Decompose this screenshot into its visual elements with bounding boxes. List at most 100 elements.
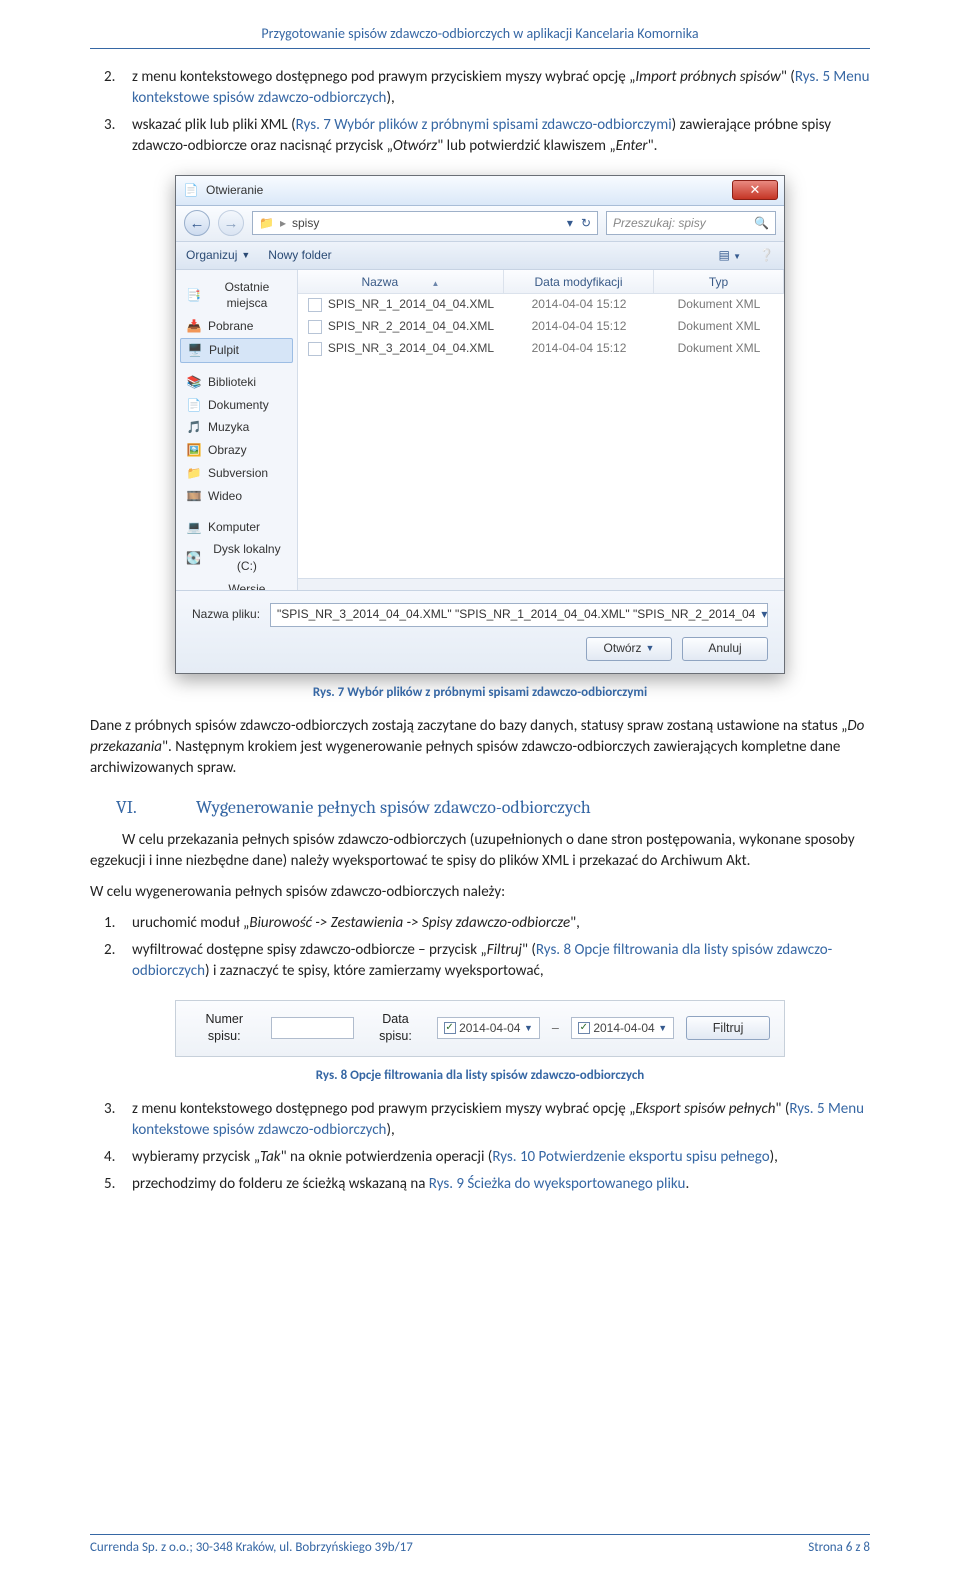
paragraph: W celu przekazania pełnych spisów zdawcz…	[90, 830, 870, 872]
sidebar-item-cdisk[interactable]: 💽Dysk lokalny (C:)	[180, 538, 293, 578]
checkbox-icon[interactable]: ✓	[444, 1022, 456, 1034]
search-input[interactable]: Przeszukaj: spisy 🔍	[606, 211, 776, 235]
sidebar-item-recent[interactable]: 📑Ostatnie miejsca	[180, 276, 293, 316]
chevron-down-icon[interactable]: ▼	[524, 1022, 533, 1035]
sidebar-item-subversion[interactable]: 📁Subversion	[180, 462, 293, 485]
dialog-titlebar[interactable]: 📄 Otwieranie ✕	[176, 176, 784, 206]
view-icon[interactable]: ▤ ▼	[718, 247, 741, 264]
col-type[interactable]: Typ	[654, 270, 784, 293]
text: wskazać plik lub pliki XML (	[132, 116, 296, 134]
file-row[interactable]: SPIS_NR_3_2014_04_04.XML 2014-04-04 15:1…	[298, 338, 784, 360]
text-italic: Otwórz	[393, 137, 437, 155]
file-row[interactable]: SPIS_NR_2_2014_04_04.XML 2014-04-04 15:1…	[298, 316, 784, 338]
sidebar-item-libraries[interactable]: 📚Biblioteki	[180, 371, 293, 394]
list-item: 3. wskazać plik lub pliki XML (Rys. 7 Wy…	[90, 115, 870, 157]
col-name[interactable]: Nazwa ▲	[298, 270, 504, 293]
dialog-footer: Nazwa pliku: "SPIS_NR_3_2014_04_04.XML" …	[176, 590, 784, 673]
date-label: Data spisu:	[366, 1011, 424, 1046]
num-input[interactable]	[271, 1017, 355, 1039]
chevron-right-icon: ▸	[280, 215, 286, 232]
text: ".	[648, 137, 658, 155]
list-item: 3. z menu kontekstowego dostępnego pod p…	[90, 1099, 870, 1141]
list-number: 4.	[90, 1147, 132, 1168]
checkbox-icon[interactable]: ✓	[578, 1022, 590, 1034]
filename-label: Nazwa pliku:	[192, 606, 260, 623]
col-date[interactable]: Data modyfikacji	[504, 270, 654, 293]
section-title: Wygenerowanie pełnych spisów zdawczo-odb…	[196, 795, 591, 820]
dialog-title: Otwieranie	[206, 182, 263, 199]
sidebar-item-documents[interactable]: 📄Dokumenty	[180, 394, 293, 417]
sidebar-item-computer[interactable]: 💻Komputer	[180, 516, 293, 539]
list-number: 5.	[90, 1174, 132, 1195]
chevron-down-icon: ▼	[241, 249, 250, 262]
new-folder-button[interactable]: Nowy folder	[268, 247, 331, 264]
footer-right: Strona 6 z 8	[808, 1539, 870, 1557]
nav-back-button[interactable]: ←	[184, 210, 210, 236]
open-button[interactable]: Otwórz▼	[586, 637, 672, 661]
search-icon: 🔍	[754, 215, 769, 232]
column-headers[interactable]: Nazwa ▲ Data modyfikacji Typ	[298, 270, 784, 294]
num-label: Numer spisu:	[190, 1011, 259, 1046]
date-to-input[interactable]: ✓ 2014-04-04 ▼	[571, 1017, 674, 1039]
sidebar-item-pictures[interactable]: 🖼️Obrazy	[180, 439, 293, 462]
list-number: 1.	[90, 913, 132, 934]
breadcrumb[interactable]: 📁 ▸ spisy ▾ ↻	[252, 211, 598, 235]
footer-left: Currenda Sp. z o.o.; 30-348 Kraków, ul. …	[90, 1539, 413, 1557]
figure-caption: Rys. 8 Opcje filtrowania dla listy spisó…	[90, 1067, 870, 1085]
address-bar: ← → 📁 ▸ spisy ▾ ↻ Przeszukaj: spisy 🔍	[176, 206, 784, 242]
list-item: 1. uruchomić moduł „Biurowość -> Zestawi…	[90, 913, 870, 934]
dialog-toolbar: Organizuj ▼ Nowy folder ▤ ▼ ❔	[176, 242, 784, 270]
chevron-down-icon[interactable]: ▼	[658, 1022, 667, 1035]
close-button[interactable]: ✕	[732, 180, 778, 200]
figure-caption: Rys. 7 Wybór plików z próbnymi spisami z…	[90, 684, 870, 702]
chevron-down-icon[interactable]: ▾	[567, 215, 573, 232]
sidebar-item-downloads[interactable]: 📥Pobrane	[180, 315, 293, 338]
list-number: 3.	[90, 115, 132, 157]
breadcrumb-item[interactable]: spisy	[292, 215, 319, 232]
list-item: 5. przechodzimy do folderu ze ścieżką ws…	[90, 1174, 870, 1195]
xml-file-icon	[308, 342, 322, 356]
text: " lub potwierdzić klawiszem „	[437, 137, 615, 155]
text: z menu kontekstowego dostępnego pod praw…	[132, 68, 635, 86]
sidebar-item-desktop[interactable]: 🖥️Pulpit	[180, 338, 293, 363]
list-item: 2. wyfiltrować dostępne spisy zdawczo-od…	[90, 940, 870, 982]
file-row[interactable]: SPIS_NR_1_2014_04_04.XML 2014-04-04 15:1…	[298, 294, 784, 316]
figure-ref: Rys. 7 Wybór plików z próbnymi spisami z…	[296, 116, 672, 134]
doc-footer: Currenda Sp. z o.o.; 30-348 Kraków, ul. …	[90, 1534, 870, 1557]
cancel-button[interactable]: Anuluj	[682, 637, 768, 661]
text: ),	[386, 89, 394, 107]
nav-forward-button[interactable]: →	[218, 210, 244, 236]
filename-input[interactable]: "SPIS_NR_3_2014_04_04.XML" "SPIS_NR_1_20…	[270, 603, 768, 627]
figure-ref: Rys. 9 Ścieżka do wyeksportowanego pliku	[429, 1175, 686, 1193]
help-icon[interactable]: ❔	[759, 247, 774, 264]
date-from-input[interactable]: ✓ 2014-04-04 ▼	[437, 1017, 540, 1039]
xml-file-icon	[308, 298, 322, 312]
sidebar-item-music[interactable]: 🎵Muzyka	[180, 416, 293, 439]
figure-ref: Rys. 10 Potwierdzenie eksportu spisu peł…	[492, 1148, 769, 1166]
doc-header: Przygotowanie spisów zdawczo-odbiorczych…	[90, 24, 870, 49]
list-item: 4. wybieramy przycisk „Tak" na oknie pot…	[90, 1147, 870, 1168]
horizontal-scrollbar[interactable]	[298, 578, 784, 590]
list-number: 2.	[90, 940, 132, 982]
list-number: 3.	[90, 1099, 132, 1141]
folder-icon: 📁	[259, 215, 274, 232]
filter-button[interactable]: Filtruj	[686, 1016, 770, 1040]
sidebar-item-release[interactable]: 💽Wersje Release (\	[180, 578, 293, 590]
sort-asc-icon: ▲	[431, 279, 439, 288]
sidebar-item-videos[interactable]: 🎞️Wideo	[180, 485, 293, 508]
dash: –	[552, 1020, 559, 1038]
search-placeholder: Przeszukaj: spisy	[613, 215, 706, 232]
text-italic: Enter	[616, 137, 648, 155]
list-number: 2.	[90, 67, 132, 109]
paragraph: Dane z próbnych spisów zdawczo-odbiorczy…	[90, 716, 870, 779]
text: " (	[781, 68, 795, 86]
organize-menu[interactable]: Organizuj ▼	[186, 247, 250, 264]
open-file-dialog: 📄 Otwieranie ✕ ← → 📁 ▸ spisy ▾ ↻ Przeszu…	[175, 175, 785, 674]
chevron-down-icon: ▼	[646, 642, 655, 655]
paragraph: W celu wygenerowania pełnych spisów zdaw…	[90, 882, 870, 903]
text-italic: Import próbnych spisów	[635, 68, 781, 86]
section-number: VI.	[90, 795, 166, 820]
refresh-icon[interactable]: ↻	[581, 215, 591, 232]
chevron-down-icon[interactable]: ▾	[761, 606, 767, 623]
section-heading: VI. Wygenerowanie pełnych spisów zdawczo…	[90, 795, 870, 820]
